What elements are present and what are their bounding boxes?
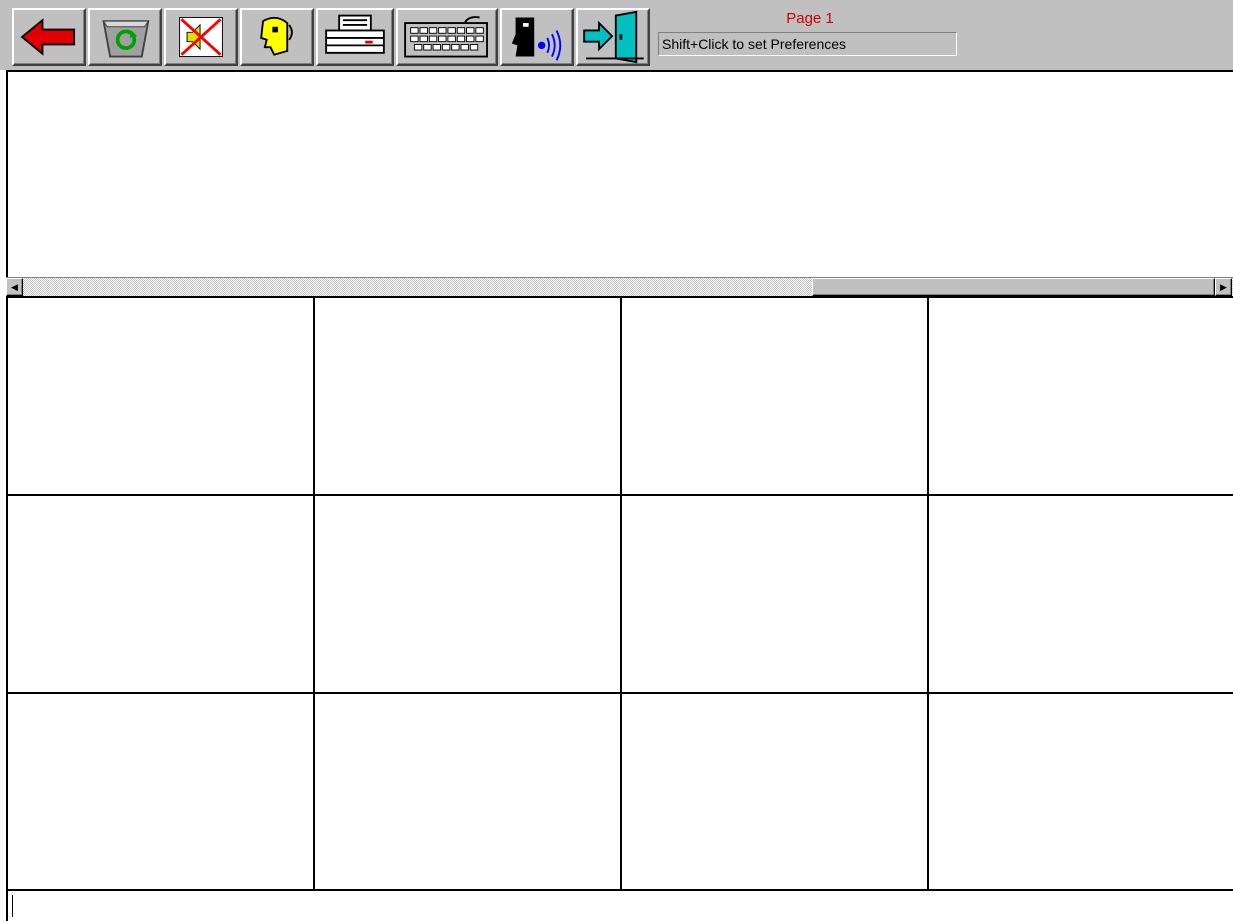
toolbar: Page 1 Shift+Click to set Preferences [0, 0, 1233, 70]
grid-cell[interactable] [8, 496, 313, 692]
horizontal-scrollbar[interactable]: ◀ ▶ [6, 277, 1233, 296]
grid-cell[interactable] [315, 694, 620, 890]
recycle-bin-icon [102, 20, 150, 58]
voice-scan-icon [511, 17, 562, 61]
back-button[interactable] [12, 8, 86, 66]
grid-cell[interactable] [929, 496, 1233, 692]
clear-button[interactable] [88, 8, 162, 66]
text-cursor [12, 895, 13, 917]
speaking-head-icon [260, 16, 293, 56]
mute-button[interactable] [164, 8, 238, 66]
grid-cell[interactable] [622, 694, 927, 890]
print-button[interactable] [316, 8, 394, 66]
back-arrow-icon [20, 18, 76, 56]
grid-cell[interactable] [622, 496, 927, 692]
grid-cell[interactable] [315, 298, 620, 494]
grid-cell[interactable] [315, 496, 620, 692]
message-area[interactable] [6, 70, 1233, 298]
grid-cell[interactable] [8, 298, 313, 494]
voice-scan-button[interactable] [500, 8, 574, 66]
scroll-thumb[interactable] [812, 278, 1215, 296]
exit-door-icon [583, 10, 644, 64]
scroll-right-icon: ▶ [1220, 282, 1227, 292]
page-indicator: Page 1 [786, 10, 834, 27]
mute-speaker-icon [179, 16, 223, 58]
scroll-right-button[interactable]: ▶ [1215, 278, 1232, 296]
scroll-left-button[interactable]: ◀ [6, 278, 23, 296]
text-input-bar[interactable] [6, 889, 1233, 921]
keyboard-icon [404, 16, 488, 58]
grid-cell[interactable] [929, 298, 1233, 494]
grid-cell[interactable] [622, 298, 927, 494]
speak-button[interactable] [240, 8, 314, 66]
status-field: Shift+Click to set Preferences [658, 32, 957, 56]
cell-grid [6, 296, 1233, 890]
scroll-left-icon: ◀ [11, 282, 18, 292]
grid-cell[interactable] [8, 694, 313, 890]
grid-cell[interactable] [929, 694, 1233, 890]
keyboard-button[interactable] [396, 8, 498, 66]
exit-button[interactable] [576, 8, 650, 66]
printer-icon [325, 14, 385, 54]
